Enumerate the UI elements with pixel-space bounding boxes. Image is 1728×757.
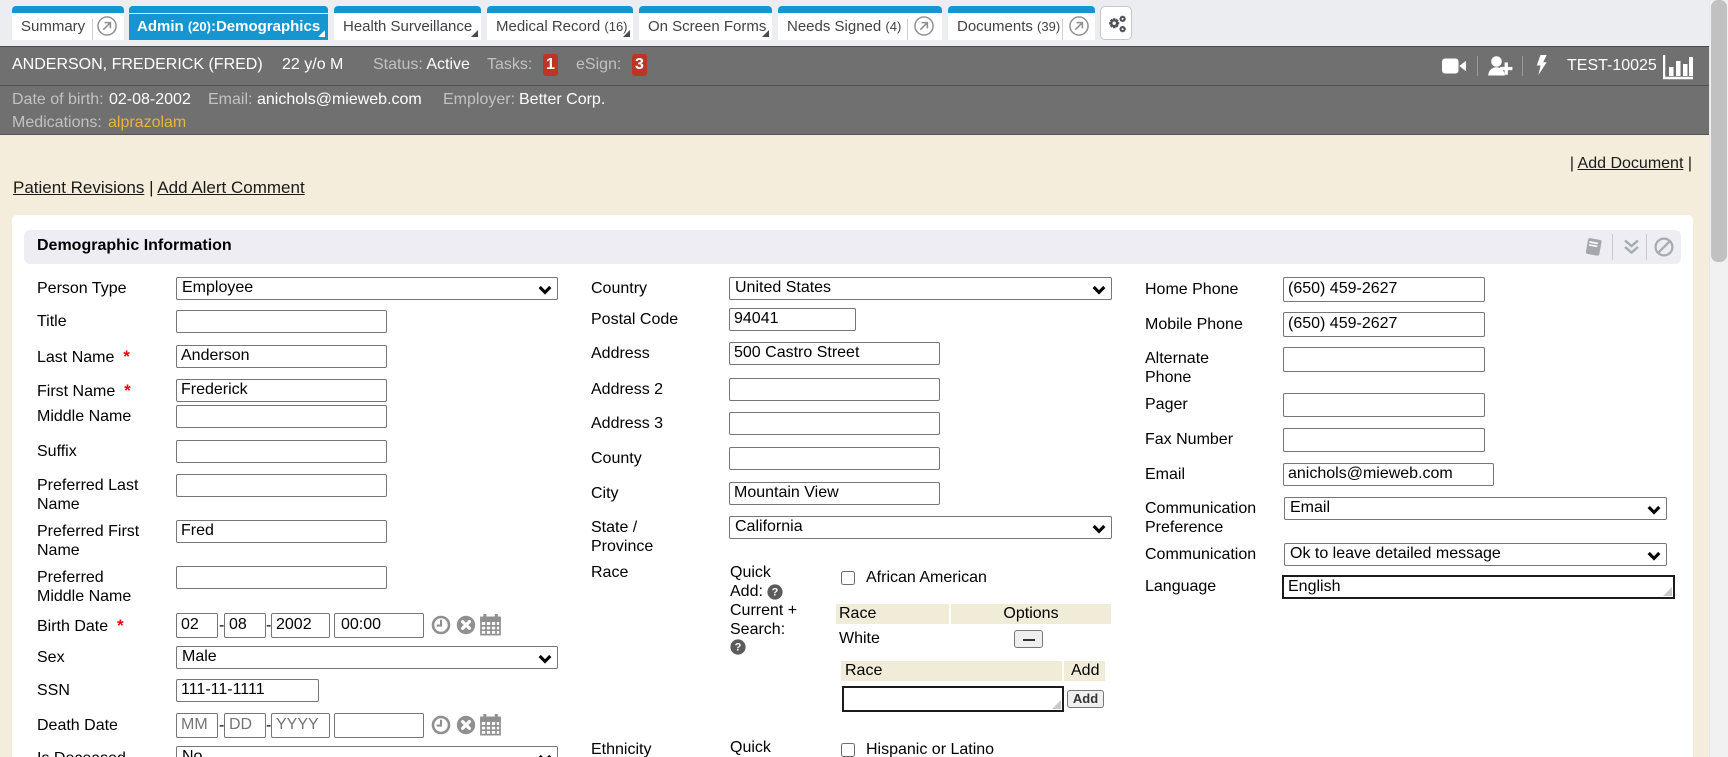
svg-text:?: ? xyxy=(772,587,779,599)
svg-text:?: ? xyxy=(735,642,742,654)
